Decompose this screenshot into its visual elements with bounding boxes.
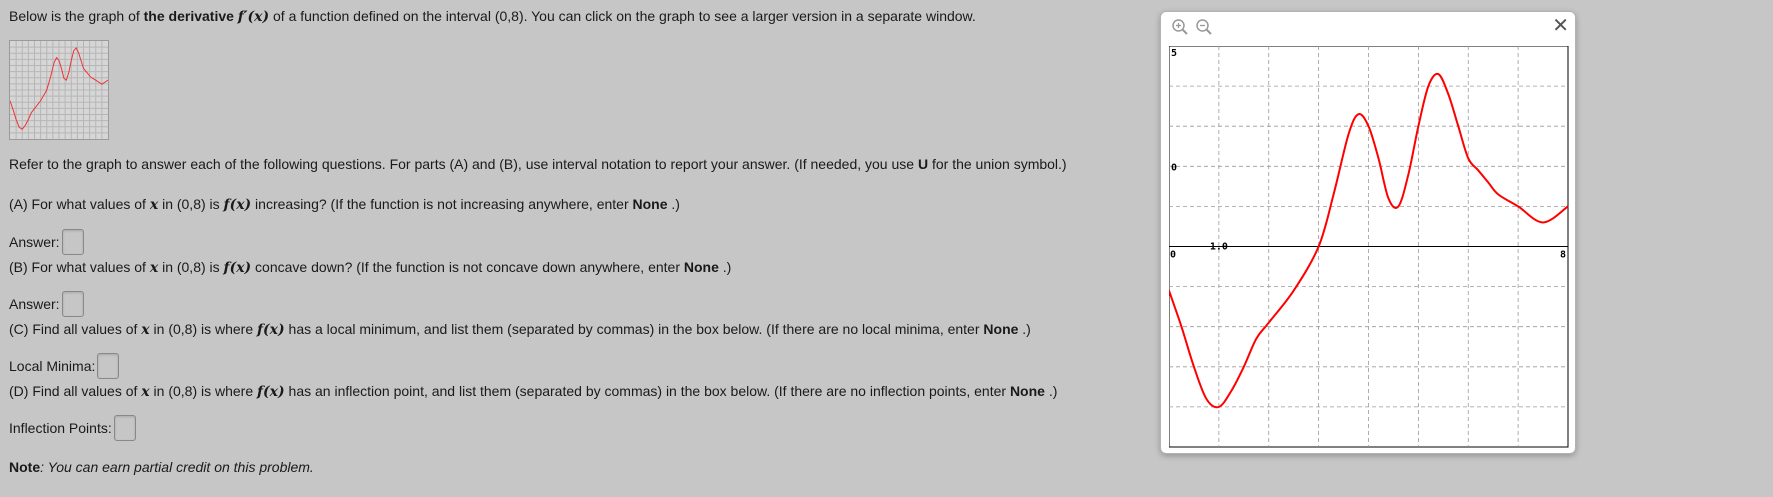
zoom-out-icon[interactable] xyxy=(1195,18,1213,36)
note: Note: You can earn partial credit on thi… xyxy=(9,459,314,475)
qb-part3: concave down? (If the function is not co… xyxy=(251,259,684,275)
qc-part3: has a local minimum, and list them (sepa… xyxy=(284,321,984,337)
local-minima-input[interactable] xyxy=(97,353,120,379)
note-text: : You can earn partial credit on this pr… xyxy=(40,459,314,475)
graph-thumbnail[interactable] xyxy=(9,40,109,140)
y-tick-zero: 0 xyxy=(1171,162,1177,173)
inflection-points-label: Inflection Points: xyxy=(9,420,112,436)
qa-end: .) xyxy=(667,196,680,212)
qc-fx: f(x) xyxy=(257,322,285,338)
qc-none: None xyxy=(983,321,1019,337)
qa-part1: (A) For what values of xyxy=(9,196,150,212)
local-minima-label: Local Minima: xyxy=(9,358,96,374)
qb-part2: in (0,8) is xyxy=(158,259,224,275)
answer-a-input[interactable] xyxy=(61,229,84,255)
inflection-points-input[interactable] xyxy=(113,415,136,441)
intro-derivative-math: f′(x) xyxy=(237,9,270,25)
qa-x: x xyxy=(149,197,159,213)
union-symbol: U xyxy=(917,156,929,172)
y-tick-top: 5 xyxy=(1171,48,1177,59)
refer-before: Refer to the graph to answer each of the… xyxy=(9,156,918,172)
x-tick-right: 8 xyxy=(1560,250,1566,261)
qd-fx: f(x) xyxy=(257,384,285,400)
qc-part1: (C) Find all values of xyxy=(9,321,142,337)
answer-b-row: Answer: xyxy=(9,291,84,317)
qa-part3: increasing? (If the function is not incr… xyxy=(251,196,633,212)
qb-fx: f(x) xyxy=(223,260,252,276)
note-label: Note xyxy=(9,459,41,475)
question-b: (B) For what values of x in (0,8) is f(x… xyxy=(9,259,731,276)
qd-part2: in (0,8) is where xyxy=(149,383,258,399)
intro-text: Below is the graph of the derivative f′(… xyxy=(9,8,976,25)
question-d: (D) Find all values of x in (0,8) is whe… xyxy=(9,383,1057,400)
qa-fx: f(x) xyxy=(223,197,252,213)
answer-a-label: Answer: xyxy=(9,234,60,250)
qb-end: .) xyxy=(718,259,732,275)
qd-none: None xyxy=(1009,383,1045,399)
answer-b-input[interactable] xyxy=(61,291,84,317)
zoom-in-icon[interactable] xyxy=(1171,18,1189,36)
qd-part3: has an inflection point, and list them (… xyxy=(284,383,1010,399)
close-icon[interactable]: ✕ xyxy=(1552,14,1569,38)
intro-after: of a function defined on the interval (0… xyxy=(269,8,976,24)
inflection-points-row: Inflection Points: xyxy=(9,415,136,441)
qa-none: None xyxy=(632,196,668,212)
qa-part2: in (0,8) is xyxy=(158,196,224,212)
x-tick-left: 0 xyxy=(1170,250,1176,261)
local-minima-row: Local Minima: xyxy=(9,353,120,379)
qc-x: x xyxy=(141,322,150,338)
thumbnail-graph-svg xyxy=(9,41,109,139)
qd-x: x xyxy=(141,384,150,400)
intro-bold: the derivative xyxy=(143,8,234,24)
refer-text: Refer to the graph to answer each of the… xyxy=(9,156,1067,172)
answer-b-label: Answer: xyxy=(9,296,60,312)
x-tick-one: 1.0 xyxy=(1210,242,1228,253)
qd-end: .) xyxy=(1044,383,1058,399)
qc-part2: in (0,8) is where xyxy=(149,321,258,337)
intro-before: Below is the graph of xyxy=(9,8,144,24)
refer-after: for the union symbol.) xyxy=(928,156,1067,172)
question-a: (A) For what values of x in (0,8) is f(x… xyxy=(9,196,680,213)
qd-part1: (D) Find all values of xyxy=(9,383,142,399)
derivative-graph[interactable]: 5 0 0 8 1.0 xyxy=(1169,46,1569,448)
question-c: (C) Find all values of x in (0,8) is whe… xyxy=(9,321,1031,338)
qb-part1: (B) For what values of xyxy=(9,259,150,275)
qb-x: x xyxy=(149,260,159,276)
qc-end: .) xyxy=(1018,321,1031,337)
graph-popup-window: ✕ 5 0 0 8 1.0 xyxy=(1160,11,1576,454)
qb-none: None xyxy=(683,259,719,275)
answer-a-row: Answer: xyxy=(9,229,84,255)
